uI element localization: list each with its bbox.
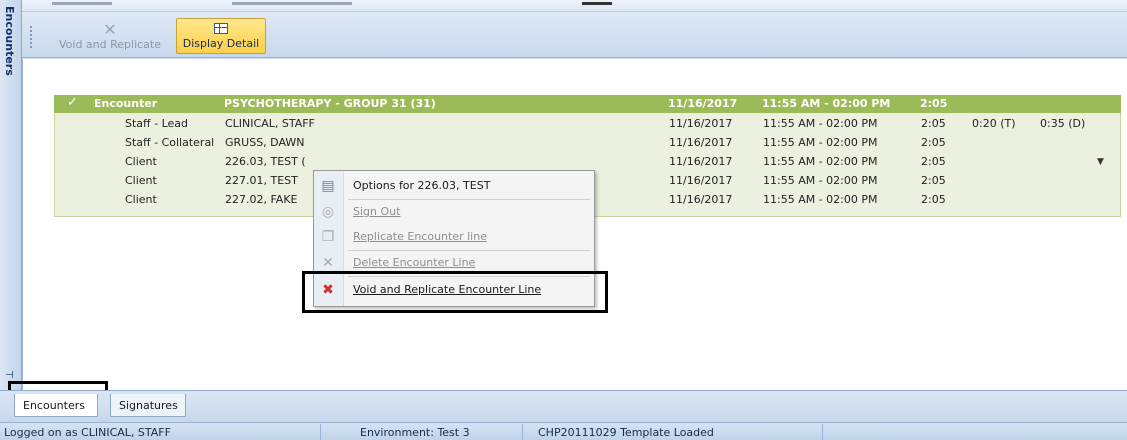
menu-item-replicate[interactable]: ❐ Replicate Encounter line xyxy=(314,225,594,249)
top-strip xyxy=(22,0,1127,12)
strip-fragment xyxy=(52,2,112,5)
menu-item-options[interactable]: ▤ Options for 226.03, TEST xyxy=(314,174,594,198)
tab-label: Signatures xyxy=(119,399,178,412)
line-extra-1: 0:20 (T) xyxy=(972,117,1016,130)
line-role: Client xyxy=(125,193,157,206)
tab-signatures[interactable]: Signatures xyxy=(110,394,186,417)
line-role: Client xyxy=(125,174,157,187)
tab-label: Encounters xyxy=(23,399,85,412)
menu-item-label: Options for 226.03, TEST xyxy=(353,179,491,192)
menu-item-label: Sign Out xyxy=(353,205,401,218)
encounter-row[interactable]: ✓ Encounter PSYCHOTHERAPY - GROUP 31 (31… xyxy=(54,95,1121,113)
line-name: 227.02, FAKE xyxy=(225,193,298,206)
line-duration: 2:05 xyxy=(921,155,946,168)
strip-fragment xyxy=(232,2,352,5)
check-icon: ✓ xyxy=(67,95,78,110)
encounter-type: Encounter xyxy=(94,97,158,110)
toolbar: ✕ Void and Replicate Display Detail xyxy=(22,12,1127,58)
line-date: 11/16/2017 xyxy=(669,117,733,130)
dropdown-arrow-icon[interactable]: ▼ xyxy=(1097,157,1104,167)
line-time: 11:55 AM - 02:00 PM xyxy=(763,117,878,130)
line-name: 227.01, TEST xyxy=(225,174,298,187)
line-date: 11/16/2017 xyxy=(669,136,733,149)
highlight-box-void-menu-item xyxy=(302,271,608,313)
strip-fragment xyxy=(582,2,612,5)
menu-item-label: Replicate Encounter line xyxy=(353,230,487,243)
line-role: Staff - Lead xyxy=(125,117,189,130)
void-and-replicate-label: Void and Replicate xyxy=(58,38,161,51)
status-divider xyxy=(822,424,823,440)
line-time: 11:55 AM - 02:00 PM xyxy=(763,174,878,187)
line-duration: 2:05 xyxy=(921,136,946,149)
line-duration: 2:05 xyxy=(921,174,946,187)
line-time: 11:55 AM - 02:00 PM xyxy=(763,193,878,206)
options-icon: ▤ xyxy=(321,178,335,194)
line-date: 11/16/2017 xyxy=(669,174,733,187)
menu-item-sign-out[interactable]: ◎ Sign Out xyxy=(314,200,594,224)
encounter-time: 11:55 AM - 02:00 PM xyxy=(762,97,891,110)
status-bar: Logged on as CLINICAL, STAFF Environment… xyxy=(0,422,1127,440)
tab-encounters[interactable]: Encounters xyxy=(14,394,98,417)
pin-icon[interactable]: ⊣ xyxy=(5,370,14,381)
line-duration: 2:05 xyxy=(921,117,946,130)
line-date: 11/16/2017 xyxy=(669,155,733,168)
menu-item-label: Delete Encounter Line xyxy=(353,256,476,269)
toolbar-grip[interactable] xyxy=(30,26,33,48)
status-divider xyxy=(320,424,321,440)
grid-icon xyxy=(214,23,228,34)
replicate-icon: ❐ xyxy=(321,229,335,245)
status-environment: Environment: Test 3 xyxy=(360,426,470,439)
delete-icon: ✕ xyxy=(322,255,334,271)
status-logged-on: Logged on as CLINICAL, STAFF xyxy=(4,426,171,439)
sign-out-icon: ◎ xyxy=(321,204,335,220)
side-panel-label: Encounters xyxy=(3,6,16,76)
status-template: CHP20111029 Template Loaded xyxy=(538,426,714,439)
encounter-service: PSYCHOTHERAPY - GROUP 31 (31) xyxy=(224,97,436,110)
line-name: GRUSS, DAWN xyxy=(225,136,305,149)
display-detail-label: Display Detail xyxy=(182,37,260,50)
line-extra-2: 0:35 (D) xyxy=(1040,117,1086,130)
line-date: 11/16/2017 xyxy=(669,193,733,206)
status-divider xyxy=(522,424,523,440)
line-role: Staff - Collateral xyxy=(125,136,215,149)
bottom-tab-bar: Encounters Signatures xyxy=(0,390,1127,422)
table-row[interactable]: Staff - Collateral GRUSS, DAWN 11/16/201… xyxy=(55,134,1120,152)
encounter-duration: 2:05 xyxy=(920,97,948,110)
line-name: 226.03, TEST ( xyxy=(225,155,306,168)
void-and-replicate-button[interactable]: ✕ Void and Replicate xyxy=(54,18,166,54)
line-time: 11:55 AM - 02:00 PM xyxy=(763,155,878,168)
table-row[interactable]: Client 226.03, TEST ( 11/16/2017 11:55 A… xyxy=(55,153,1120,171)
line-name: CLINICAL, STAFF xyxy=(225,117,315,130)
encounter-date: 11/16/2017 xyxy=(668,97,738,110)
line-duration: 2:05 xyxy=(921,193,946,206)
void-icon: ✕ xyxy=(103,20,117,39)
display-detail-button[interactable]: Display Detail xyxy=(176,18,266,54)
table-row[interactable]: Staff - Lead CLINICAL, STAFF 11/16/2017 … xyxy=(55,115,1120,133)
line-role: Client xyxy=(125,155,157,168)
line-time: 11:55 AM - 02:00 PM xyxy=(763,136,878,149)
encounters-side-panel[interactable]: Encounters ⊣ xyxy=(0,0,22,392)
